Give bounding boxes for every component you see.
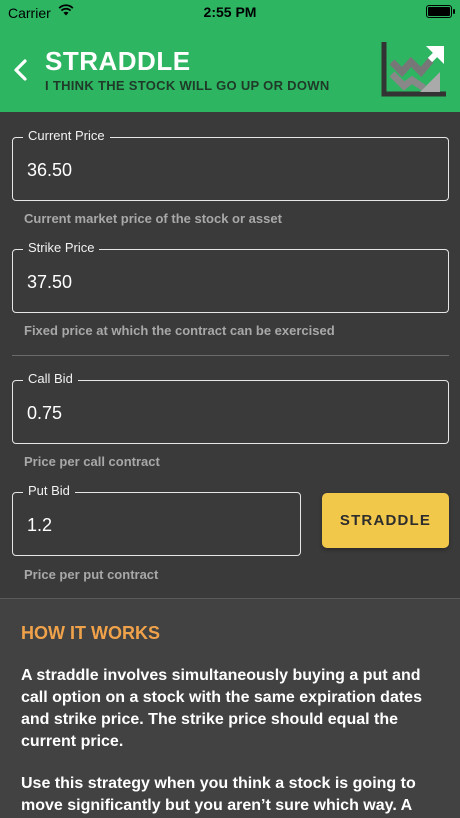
how-it-works-paragraph-1: A straddle involves simultaneously buyin… xyxy=(21,667,422,750)
how-it-works-paragraph-2: Use this strategy when you think a stock… xyxy=(21,775,416,814)
current-price-label: Current Price xyxy=(23,128,110,143)
put-bid-label: Put Bid xyxy=(23,483,75,498)
strike-price-helper: Fixed price at which the contract can be… xyxy=(24,323,335,338)
strike-price-field[interactable]: Strike Price 37.50 xyxy=(12,240,449,313)
chart-arrows-icon xyxy=(381,42,446,97)
current-price-helper: Current market price of the stock or ass… xyxy=(24,211,282,226)
status-bar: Carrier 2:55 PM xyxy=(0,0,460,26)
call-bid-field[interactable]: Call Bid 0.75 xyxy=(12,371,449,444)
how-it-works-title: HOW IT WORKS xyxy=(21,623,160,643)
call-bid-label: Call Bid xyxy=(23,371,78,386)
page-subtitle: I THINK THE STOCK WILL GO UP OR DOWN xyxy=(45,78,330,93)
chevron-left-icon[interactable] xyxy=(10,56,30,84)
call-bid-input[interactable]: 0.75 xyxy=(27,403,62,424)
straddle-button[interactable]: STRADDLE xyxy=(322,493,449,548)
page-title: STRADDLE xyxy=(45,46,191,76)
put-bid-field[interactable]: Put Bid 1.2 xyxy=(12,483,301,556)
put-bid-input[interactable]: 1.2 xyxy=(27,515,52,536)
header-bar: Carrier 2:55 PM STRADDLE I THINK THE STO… xyxy=(0,0,460,112)
current-price-input[interactable]: 36.50 xyxy=(27,160,72,181)
current-price-field[interactable]: Current Price 36.50 xyxy=(12,128,449,201)
strike-price-label: Strike Price xyxy=(23,240,100,255)
strike-price-input[interactable]: 37.50 xyxy=(27,272,72,293)
divider xyxy=(12,355,449,356)
clock: 2:55 PM xyxy=(203,4,257,20)
battery-icon xyxy=(426,5,455,18)
how-it-works-section: HOW IT WORKS A straddle involves simulta… xyxy=(0,598,460,818)
put-bid-helper: Price per put contract xyxy=(24,567,159,582)
call-bid-helper: Price per call contract xyxy=(24,454,160,469)
